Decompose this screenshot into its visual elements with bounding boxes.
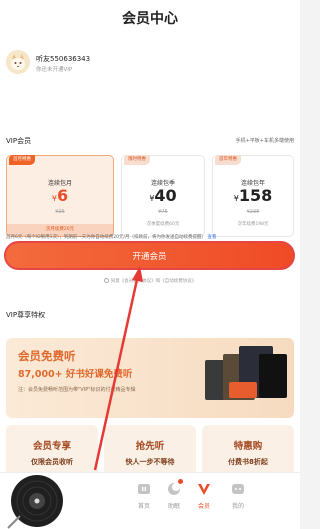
plan-price: ¥6: [51, 186, 69, 205]
notification-dot: [178, 479, 183, 484]
banner-title: 会员免费听: [18, 349, 76, 363]
plan-renew-note: 次季度续费60元: [146, 222, 180, 227]
open-membership-button[interactable]: 开通会员: [4, 241, 295, 270]
plan-card-yearly[interactable]: 首年特惠 连续包年 ¥158 ¥238 次年续费198元: [212, 155, 294, 237]
agree-checkbox[interactable]: [103, 278, 109, 283]
plan-tag: 限时特惠: [124, 155, 150, 165]
privileges-title: VIP尊享特权: [6, 311, 46, 319]
service-agreement-link[interactable]: 《会员服务协议》: [120, 279, 156, 284]
book-covers-image: [199, 344, 291, 416]
plan-tag: 首年特惠: [215, 155, 241, 165]
vip-section-title: VIP会员: [6, 137, 32, 145]
username: 听友550636343: [36, 55, 91, 63]
plan-original-price: ¥238: [246, 209, 260, 215]
home-icon: [138, 484, 150, 494]
profile-icon: [232, 484, 244, 494]
plan-renew-note: 次年续费198元: [237, 222, 269, 227]
agreement-row: 同意《会员服务协议》和《自动续费协议》: [0, 278, 300, 284]
vinyl-player-icon[interactable]: [6, 470, 68, 529]
plan-card-quarterly[interactable]: 限时特惠 连续包季 ¥40 ¥75 次季度续费60元: [121, 155, 205, 237]
header-bar: 会员中心: [0, 0, 300, 38]
banner-subtitle: 87,000+ 好书好课免费听: [18, 369, 133, 380]
plan-card-monthly[interactable]: 首月特惠 连续包月 ¥6 ¥25 次月续费20元: [6, 155, 114, 237]
banner-note: 注：会员免费畅听范围为带"VIP"标识的付费精品专辑: [18, 387, 136, 393]
auto-renew-agreement-link[interactable]: 《自动续费协议》: [160, 279, 196, 284]
plan-price: ¥158: [233, 186, 273, 205]
page-title: 会员中心: [122, 11, 178, 27]
multi-device-text: 手机+平板+车机多端使用: [235, 138, 294, 144]
plan-price: ¥40: [149, 186, 177, 205]
free-listen-banner[interactable]: 会员免费听 87,000+ 好书好课免费听 注：会员免费畅听范围为带"VIP"标…: [6, 338, 294, 418]
plan-original-price: ¥75: [158, 209, 168, 215]
renewal-description: 首月6元（每个ID限用1次），到期前一天为你自动续费20元/月（扣款前，将为你发…: [6, 235, 217, 240]
plan-tag: 首月特惠: [9, 155, 35, 165]
vip-icon: [198, 484, 210, 495]
tab-mine[interactable]: 我的: [218, 481, 258, 510]
plan-original-price: ¥25: [55, 209, 65, 215]
profile-section: 听友550636343 你还未开通VIP: [0, 38, 300, 128]
view-link[interactable]: 查看: [207, 235, 216, 240]
cat-avatar-icon[interactable]: [6, 50, 30, 74]
vip-status-text: 你还未开通VIP: [36, 67, 73, 73]
vip-plans-section: VIP会员 手机+平板+车机多端使用 首月特惠 连续包月 ¥6 ¥25 次月续费…: [0, 128, 300, 304]
